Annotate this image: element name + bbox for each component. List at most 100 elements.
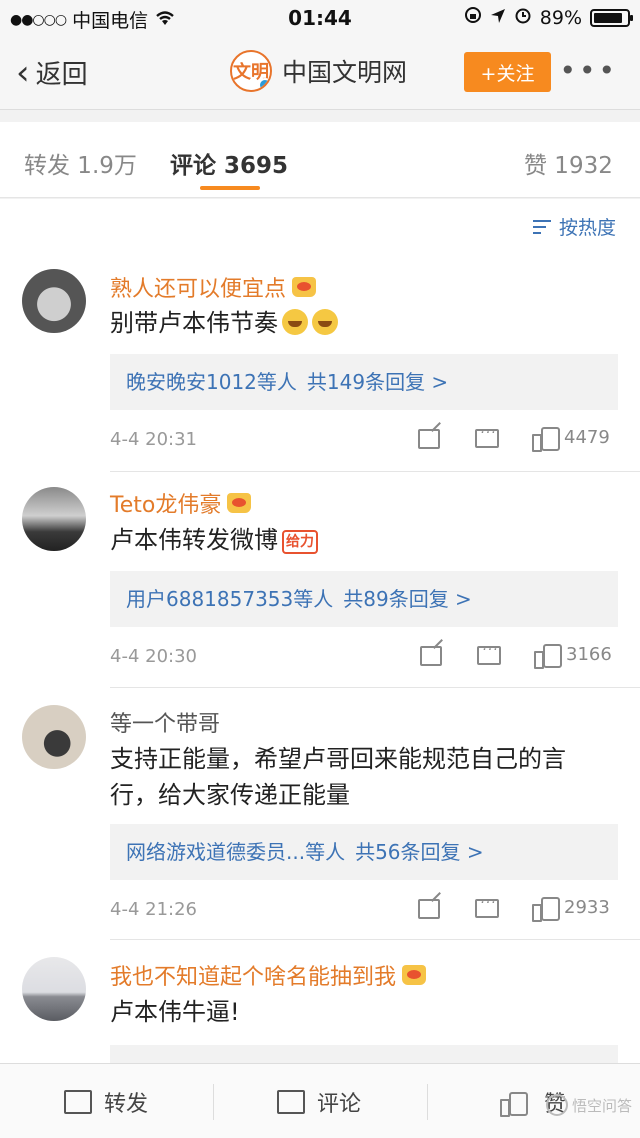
laugh-cry-emoji-icon bbox=[282, 309, 308, 335]
share-icon bbox=[418, 899, 440, 919]
comment-username[interactable]: 等一个带哥 bbox=[110, 706, 220, 738]
watermark-text: 悟空问答 bbox=[571, 1096, 632, 1115]
comment-text: 卢本伟转发微博 给力 bbox=[110, 522, 610, 558]
reply-action[interactable] bbox=[477, 642, 501, 665]
verified-badge-icon bbox=[258, 78, 270, 90]
separator bbox=[427, 1084, 428, 1120]
comment-username[interactable]: 我也不知道起个啥名能抽到我 bbox=[110, 959, 427, 991]
comment-time: 4-4 20:30 bbox=[110, 646, 197, 667]
comment-icon bbox=[477, 642, 501, 665]
location-icon bbox=[490, 7, 506, 29]
share-action[interactable] bbox=[420, 646, 442, 666]
avatar[interactable] bbox=[22, 705, 86, 769]
bottom-comment-button[interactable]: 评论 bbox=[277, 1064, 361, 1138]
bottom-comment-label: 评论 bbox=[317, 1091, 362, 1117]
comment-icon bbox=[475, 425, 499, 448]
divider bbox=[110, 471, 640, 472]
comment-username[interactable]: 熟人还可以便宜点 bbox=[110, 271, 317, 303]
laugh-cry-emoji-icon bbox=[312, 309, 338, 335]
chevron-left-icon: ‹ bbox=[16, 52, 30, 93]
tab-repost[interactable]: 转发 1.9万 bbox=[24, 146, 137, 180]
comment-list[interactable]: 按热度 熟人还可以便宜点 别带卢本伟节奏 晚安晚安1012等人 共149条回复 >… bbox=[0, 199, 640, 1063]
replies-users: 网络游戏道德委员...等人 bbox=[126, 840, 346, 864]
tab-bar: 转发 1.9万 评论 3695 赞 1932 bbox=[0, 122, 640, 198]
crown-icon bbox=[227, 493, 252, 513]
comment-username[interactable]: Teto龙伟豪 bbox=[110, 487, 252, 519]
comment-text-content: 卢本伟转发微博 bbox=[110, 526, 278, 554]
reply-action[interactable] bbox=[475, 425, 499, 448]
thumbs-up-icon bbox=[532, 895, 560, 922]
avatar[interactable] bbox=[22, 487, 86, 551]
sort-icon bbox=[532, 219, 553, 235]
like-action[interactable]: 2933 bbox=[532, 895, 610, 922]
replies-count: 共149条回复 > bbox=[306, 370, 449, 394]
avatar[interactable] bbox=[22, 269, 86, 333]
username-text: Teto龙伟豪 bbox=[110, 493, 222, 518]
nav-bar: ‹ 返回 文明 中国文明网 +关注 ••• bbox=[0, 36, 640, 110]
bottom-repost-label: 转发 bbox=[104, 1091, 149, 1117]
tab-like[interactable]: 赞 1932 bbox=[524, 146, 613, 180]
thumbs-up-icon bbox=[532, 425, 560, 452]
comment-text: 支持正能量，希望卢哥回来能规范自己的言行，给大家传递正能量 bbox=[110, 745, 566, 809]
alarm-icon bbox=[514, 6, 532, 29]
replies-summary[interactable]: 用户6881857353等人 共89条回复 > bbox=[110, 571, 618, 627]
watermark-logo-icon bbox=[545, 1094, 568, 1116]
comment-icon bbox=[475, 895, 499, 918]
replies-users: 晚安晚安1012等人 bbox=[126, 370, 297, 394]
share-icon bbox=[418, 429, 440, 449]
replies-summary-partial[interactable] bbox=[110, 1045, 618, 1063]
comment-text-content: 别带卢本伟节奏 bbox=[110, 309, 278, 337]
follow-button[interactable]: +关注 bbox=[464, 52, 551, 92]
thumbs-up-icon bbox=[500, 1090, 528, 1117]
back-label: 返回 bbox=[35, 60, 88, 90]
sort-label: 按热度 bbox=[558, 217, 616, 239]
account-name: 中国文明网 bbox=[282, 58, 408, 87]
replies-summary[interactable]: 晚安晚安1012等人 共149条回复 > bbox=[110, 354, 618, 410]
replies-users: 用户6881857353等人 bbox=[126, 587, 334, 611]
like-count: 4479 bbox=[564, 426, 610, 448]
account-title[interactable]: 文明 中国文明网 bbox=[230, 50, 407, 92]
username-text: 熟人还可以便宜点 bbox=[110, 277, 287, 302]
crown-icon bbox=[402, 965, 427, 985]
like-count: 2933 bbox=[564, 896, 610, 918]
like-action[interactable]: 4479 bbox=[532, 425, 610, 452]
replies-count: 共56条回复 > bbox=[355, 840, 484, 864]
divider bbox=[110, 687, 640, 688]
account-logo: 文明 bbox=[230, 50, 272, 92]
watermark: 悟空问答 bbox=[545, 1094, 632, 1116]
like-count: 3166 bbox=[566, 643, 612, 665]
replies-count: 共89条回复 > bbox=[343, 587, 472, 611]
status-bar: ●●○○○ 中国电信 01:44 89% bbox=[0, 0, 640, 36]
like-action[interactable]: 3166 bbox=[534, 642, 612, 669]
sort-button[interactable]: 按热度 bbox=[532, 213, 616, 240]
replies-summary[interactable]: 网络游戏道德委员...等人 共56条回复 > bbox=[110, 824, 618, 880]
comment-time: 4-4 21:26 bbox=[110, 899, 197, 920]
share-action[interactable] bbox=[418, 429, 440, 449]
divider bbox=[110, 939, 640, 940]
separator bbox=[213, 1084, 214, 1120]
username-text: 等一个带哥 bbox=[110, 712, 221, 737]
comment-time: 4-4 20:31 bbox=[110, 429, 197, 450]
repost-icon bbox=[64, 1089, 92, 1114]
crown-icon bbox=[292, 277, 317, 297]
comment-text: 卢本伟牛逼! bbox=[110, 998, 240, 1026]
reply-action[interactable] bbox=[475, 895, 499, 918]
status-right: 89% bbox=[464, 6, 633, 29]
avatar[interactable] bbox=[22, 957, 86, 1021]
comment-icon bbox=[277, 1089, 305, 1114]
sticker-tag: 给力 bbox=[282, 530, 318, 554]
back-button[interactable]: ‹ 返回 bbox=[16, 54, 88, 91]
battery-icon bbox=[590, 8, 633, 27]
rotation-lock-icon bbox=[464, 6, 482, 29]
share-action[interactable] bbox=[418, 899, 440, 919]
bottom-action-bar: 转发 评论 赞 悟空问答 bbox=[0, 1063, 640, 1138]
share-icon bbox=[420, 646, 442, 666]
active-tab-indicator bbox=[200, 186, 260, 190]
thumbs-up-icon bbox=[534, 642, 562, 669]
bottom-repost-button[interactable]: 转发 bbox=[64, 1064, 148, 1138]
username-text: 我也不知道起个啥名能抽到我 bbox=[110, 965, 397, 990]
battery-percent: 89% bbox=[539, 6, 582, 29]
tab-comment[interactable]: 评论 3695 bbox=[170, 146, 288, 180]
more-menu-icon[interactable]: ••• bbox=[559, 54, 618, 87]
comment-text: 别带卢本伟节奏 bbox=[110, 305, 610, 341]
